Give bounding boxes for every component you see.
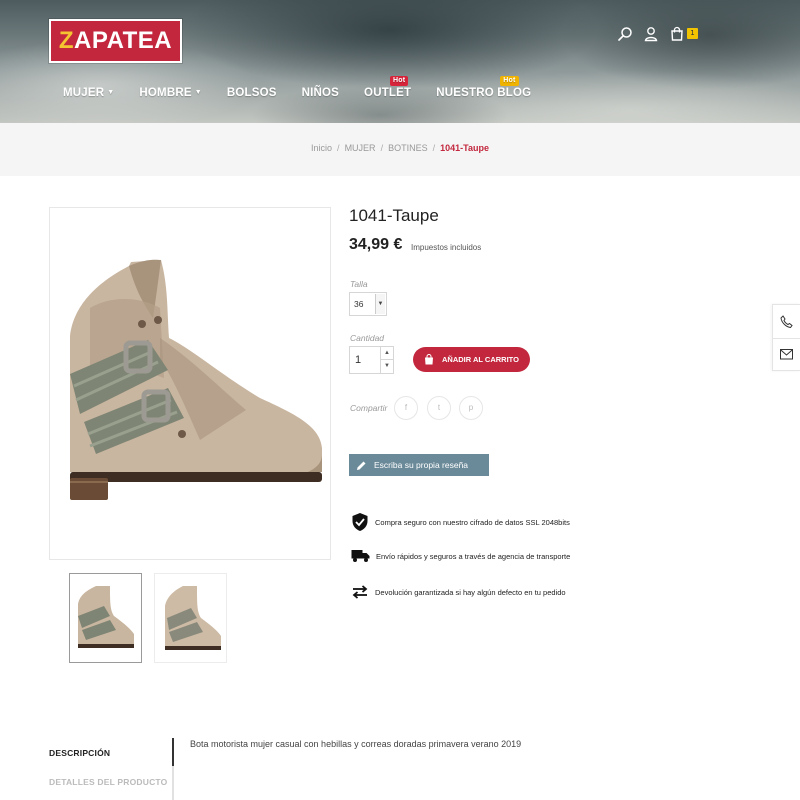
twitter-icon[interactable]: t <box>427 396 451 420</box>
thumbnail-2[interactable] <box>154 573 227 663</box>
thumbnail-1[interactable] <box>69 573 142 663</box>
mail-icon[interactable] <box>780 349 793 360</box>
quantity-value: 1 <box>355 354 362 366</box>
size-label: Talla <box>350 279 368 289</box>
decrement-icon[interactable]: ▼ <box>380 360 393 373</box>
breadcrumb-botines[interactable]: BOTINES <box>388 143 428 153</box>
tab-divider-secondary <box>172 766 174 800</box>
product-title: 1041-Taupe <box>349 206 439 225</box>
nav-item-hombre[interactable]: HOMBRE ▼ <box>139 87 201 99</box>
tab-product-details[interactable]: DETALLES DEL PRODUCTO <box>49 777 168 787</box>
share-label: Compartir <box>350 403 388 413</box>
tab-description[interactable]: DESCRIPCIÓN <box>49 748 110 758</box>
tax-note: Impuestos incluidos <box>411 243 482 252</box>
pinterest-icon[interactable]: p <box>459 396 483 420</box>
breadcrumb-current: 1041-Taupe <box>440 143 489 153</box>
hot-badge: Hot <box>500 76 519 86</box>
breadcrumb-band: Inicio / MUJER / BOTINES/1041-Taupe <box>0 123 800 176</box>
product-price: 34,99 € <box>349 236 403 253</box>
cart-icon[interactable] <box>669 26 685 42</box>
truck-icon <box>351 550 370 562</box>
cart-count-badge: 1 <box>687 28 698 39</box>
shield-check-icon <box>352 513 368 531</box>
nav-item-ninos[interactable]: NIÑOS <box>302 87 339 99</box>
nav-item-mujer[interactable]: MUJER ▼ <box>63 87 114 99</box>
boot-illustration <box>70 259 322 500</box>
boot-thumbnail <box>165 586 221 650</box>
site-logo[interactable]: ZAPATEA <box>49 19 182 63</box>
chevron-down-icon: ▼ <box>375 294 385 314</box>
size-select[interactable]: 36 ▼ <box>349 292 387 316</box>
hot-badge: Hot <box>390 76 409 86</box>
product-main-image[interactable] <box>49 207 331 560</box>
exchange-icon <box>352 585 368 599</box>
quantity-label: Cantidad <box>350 333 385 343</box>
quantity-stepper[interactable]: 1 ▲ ▼ <box>349 346 394 374</box>
breadcrumb: Inicio / MUJER / BOTINES/1041-Taupe <box>311 143 489 153</box>
header-icons: 1 <box>617 26 698 42</box>
user-icon[interactable] <box>643 26 659 42</box>
contact-side-widget <box>772 304 800 371</box>
breadcrumb-home[interactable]: Inicio <box>311 143 332 153</box>
product-description: Bota motorista mujer casual con hebillas… <box>190 739 522 749</box>
nav-item-blog[interactable]: NUESTRO BLOG Hot <box>436 76 531 99</box>
breadcrumb-mujer[interactable]: MUJER <box>345 143 376 153</box>
add-to-cart-button[interactable]: AÑADIR AL CARRITO <box>413 347 530 372</box>
boot-thumbnail <box>78 586 134 648</box>
main-nav: MUJER ▼ HOMBRE ▼ BOLSOS NIÑOS OUTLET Hot NU… <box>63 76 556 99</box>
phone-icon[interactable] <box>780 315 793 328</box>
nav-item-bolsos[interactable]: BOLSOS <box>227 87 277 99</box>
facebook-icon[interactable]: f <box>394 396 418 420</box>
increment-icon[interactable]: ▲ <box>380 347 393 360</box>
pencil-icon <box>357 461 366 470</box>
write-review-button[interactable]: Escriba su propia reseña <box>349 454 489 476</box>
bag-icon <box>425 354 433 365</box>
caret-down-icon: ▼ <box>107 89 115 96</box>
caret-down-icon: ▼ <box>194 89 202 96</box>
reassurance-shipping: Envío rápidos y seguros a través de agen… <box>351 549 570 563</box>
reassurance-secure: Compra seguro con nuestro cifrado de dat… <box>351 512 570 532</box>
reassurance-returns: Devolución garantizada si hay algún defe… <box>351 585 566 599</box>
nav-item-outlet[interactable]: OUTLET Hot <box>364 76 411 99</box>
site-header: ZAPATEA 1 MUJER ▼ HOMBRE ▼ BOLSOS NIÑOS OU… <box>0 0 800 123</box>
search-icon[interactable] <box>617 26 633 42</box>
